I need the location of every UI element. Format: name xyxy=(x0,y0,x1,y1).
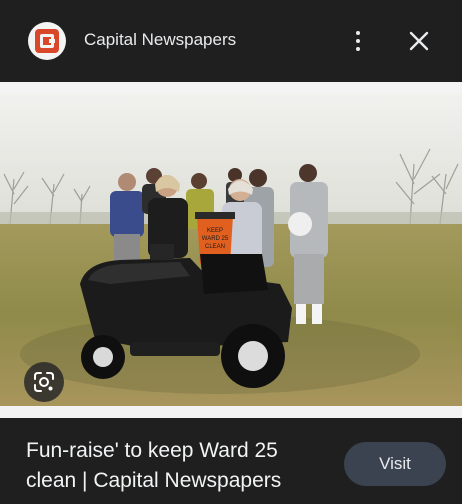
google-lens-button[interactable] xyxy=(24,362,64,402)
more-options-button[interactable] xyxy=(346,26,370,56)
more-vert-icon xyxy=(356,31,360,35)
svg-text:CLEAN: CLEAN xyxy=(205,244,225,250)
capital-newspapers-logo-icon xyxy=(35,29,59,53)
google-lens-icon xyxy=(34,372,54,392)
result-footer: Fun-raise' to keep Ward 25 clean | Capit… xyxy=(0,418,462,504)
news-photo[interactable]: KEEP WARD 25 CLEAN xyxy=(0,94,462,406)
svg-text:KEEP: KEEP xyxy=(207,228,223,234)
close-button[interactable] xyxy=(404,26,434,56)
image-preview-frame: KEEP WARD 25 CLEAN xyxy=(0,82,462,418)
viewer-header: Capital Newspapers xyxy=(0,0,462,82)
result-caption[interactable]: Fun-raise' to keep Ward 25 clean | Capit… xyxy=(26,436,326,496)
close-icon xyxy=(409,31,429,51)
visit-button[interactable]: Visit xyxy=(344,442,446,486)
svg-text:WARD 25: WARD 25 xyxy=(202,236,229,242)
source-logo[interactable] xyxy=(28,22,66,60)
source-name[interactable]: Capital Newspapers xyxy=(84,30,236,50)
